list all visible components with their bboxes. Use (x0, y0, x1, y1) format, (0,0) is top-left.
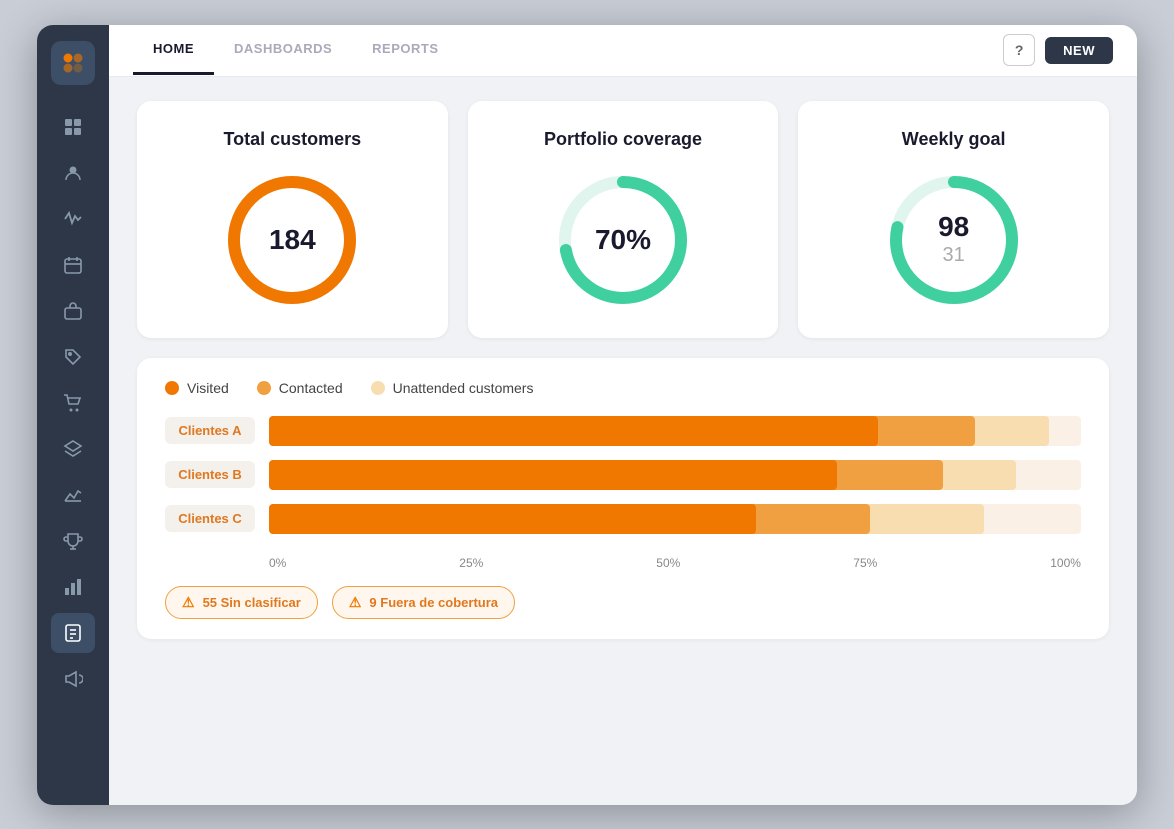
bottom-badges: ⚠ 55 Sin clasificar ⚠ 9 Fuera de cobertu… (165, 586, 1081, 619)
donut-center-weekly: 98 31 (938, 213, 969, 267)
table-row: Clientes B (165, 460, 1081, 490)
x-axis-label-0: 0% (269, 556, 286, 570)
weekly-main-value: 98 (938, 213, 969, 241)
portfolio-value: 70% (595, 224, 651, 256)
header-actions: ? NEW (1003, 34, 1113, 66)
table-row: Clientes A (165, 416, 1081, 446)
legend-dot-unattended (371, 381, 385, 395)
new-button[interactable]: NEW (1045, 37, 1113, 64)
customers-value: 184 (269, 226, 316, 254)
bar-container-c (269, 504, 1081, 534)
sidebar (37, 25, 109, 805)
badge-label-coverage: 9 Fuera de cobertura (369, 595, 498, 610)
bar-label-a: Clientes A (165, 417, 255, 444)
sidebar-item-bar-chart[interactable] (51, 567, 95, 607)
sidebar-item-cart[interactable] (51, 383, 95, 423)
bar-visited-a (269, 416, 878, 446)
header: HOME DASHBOARDS REPORTS ? NEW (109, 25, 1137, 77)
donut-center-customers: 184 (269, 226, 316, 254)
badge-label-unclassified: 55 Sin clasificar (203, 595, 301, 610)
donut-portfolio: 70% (553, 170, 693, 310)
legend-contacted: Contacted (257, 380, 343, 396)
bar-visited-c (269, 504, 756, 534)
badge-out-of-coverage[interactable]: ⚠ 9 Fuera de cobertura (332, 586, 515, 619)
bar-label-c: Clientes C (165, 505, 255, 532)
x-axis: 0% 25% 50% 75% 100% (269, 556, 1081, 570)
bar-label-b: Clientes B (165, 461, 255, 488)
x-axis-label-25: 25% (459, 556, 483, 570)
content-area: Total customers 184 Portfolio coverage (109, 77, 1137, 805)
sidebar-item-report[interactable] (51, 613, 95, 653)
app-window: HOME DASHBOARDS REPORTS ? NEW Total cust… (37, 25, 1137, 805)
donut-weekly-goal: 98 31 (884, 170, 1024, 310)
weekly-sub-value: 31 (943, 243, 965, 267)
sidebar-item-grid[interactable] (51, 107, 95, 147)
legend-visited: Visited (165, 380, 229, 396)
legend-dot-contacted (257, 381, 271, 395)
help-button[interactable]: ? (1003, 34, 1035, 66)
x-axis-label-75: 75% (853, 556, 877, 570)
kpi-card-weekly-goal: Weekly goal 98 31 (798, 101, 1109, 338)
sidebar-item-layers[interactable] (51, 429, 95, 469)
donut-center-portfolio: 70% (595, 224, 651, 256)
sidebar-item-person[interactable] (51, 153, 95, 193)
chart-legend: Visited Contacted Unattended customers (165, 380, 1081, 396)
donut-total-customers: 184 (222, 170, 362, 310)
kpi-title-portfolio: Portfolio coverage (544, 129, 702, 150)
kpi-card-portfolio: Portfolio coverage 70% (468, 101, 779, 338)
sidebar-item-tag[interactable] (51, 337, 95, 377)
tab-home[interactable]: HOME (133, 25, 214, 75)
x-axis-label-50: 50% (656, 556, 680, 570)
warning-icon-1: ⚠ (182, 594, 195, 611)
tab-dashboards[interactable]: DASHBOARDS (214, 25, 352, 75)
table-row: Clientes C (165, 504, 1081, 534)
main-content: HOME DASHBOARDS REPORTS ? NEW Total cust… (109, 25, 1137, 805)
warning-icon-2: ⚠ (349, 594, 362, 611)
sidebar-item-megaphone[interactable] (51, 659, 95, 699)
sidebar-item-calendar[interactable] (51, 245, 95, 285)
sidebar-item-activity[interactable] (51, 199, 95, 239)
x-axis-label-100: 100% (1050, 556, 1081, 570)
sidebar-item-briefcase[interactable] (51, 291, 95, 331)
kpi-row: Total customers 184 Portfolio coverage (137, 101, 1109, 338)
kpi-title-weekly-goal: Weekly goal (902, 129, 1006, 150)
chart-panel: Visited Contacted Unattended customers C… (137, 358, 1109, 639)
bar-chart-area: Clientes A Clientes B (165, 416, 1081, 548)
tab-reports[interactable]: REPORTS (352, 25, 458, 75)
badge-unclassified[interactable]: ⚠ 55 Sin clasificar (165, 586, 318, 619)
bar-container-a (269, 416, 1081, 446)
legend-dot-visited (165, 381, 179, 395)
kpi-card-total-customers: Total customers 184 (137, 101, 448, 338)
bar-visited-b (269, 460, 837, 490)
legend-unattended: Unattended customers (371, 380, 534, 396)
sidebar-logo[interactable] (51, 41, 95, 85)
bar-container-b (269, 460, 1081, 490)
legend-label-contacted: Contacted (279, 380, 343, 396)
legend-label-unattended: Unattended customers (393, 380, 534, 396)
sidebar-item-chart-area[interactable] (51, 475, 95, 515)
legend-label-visited: Visited (187, 380, 229, 396)
sidebar-item-trophy[interactable] (51, 521, 95, 561)
kpi-title-total-customers: Total customers (223, 129, 361, 150)
